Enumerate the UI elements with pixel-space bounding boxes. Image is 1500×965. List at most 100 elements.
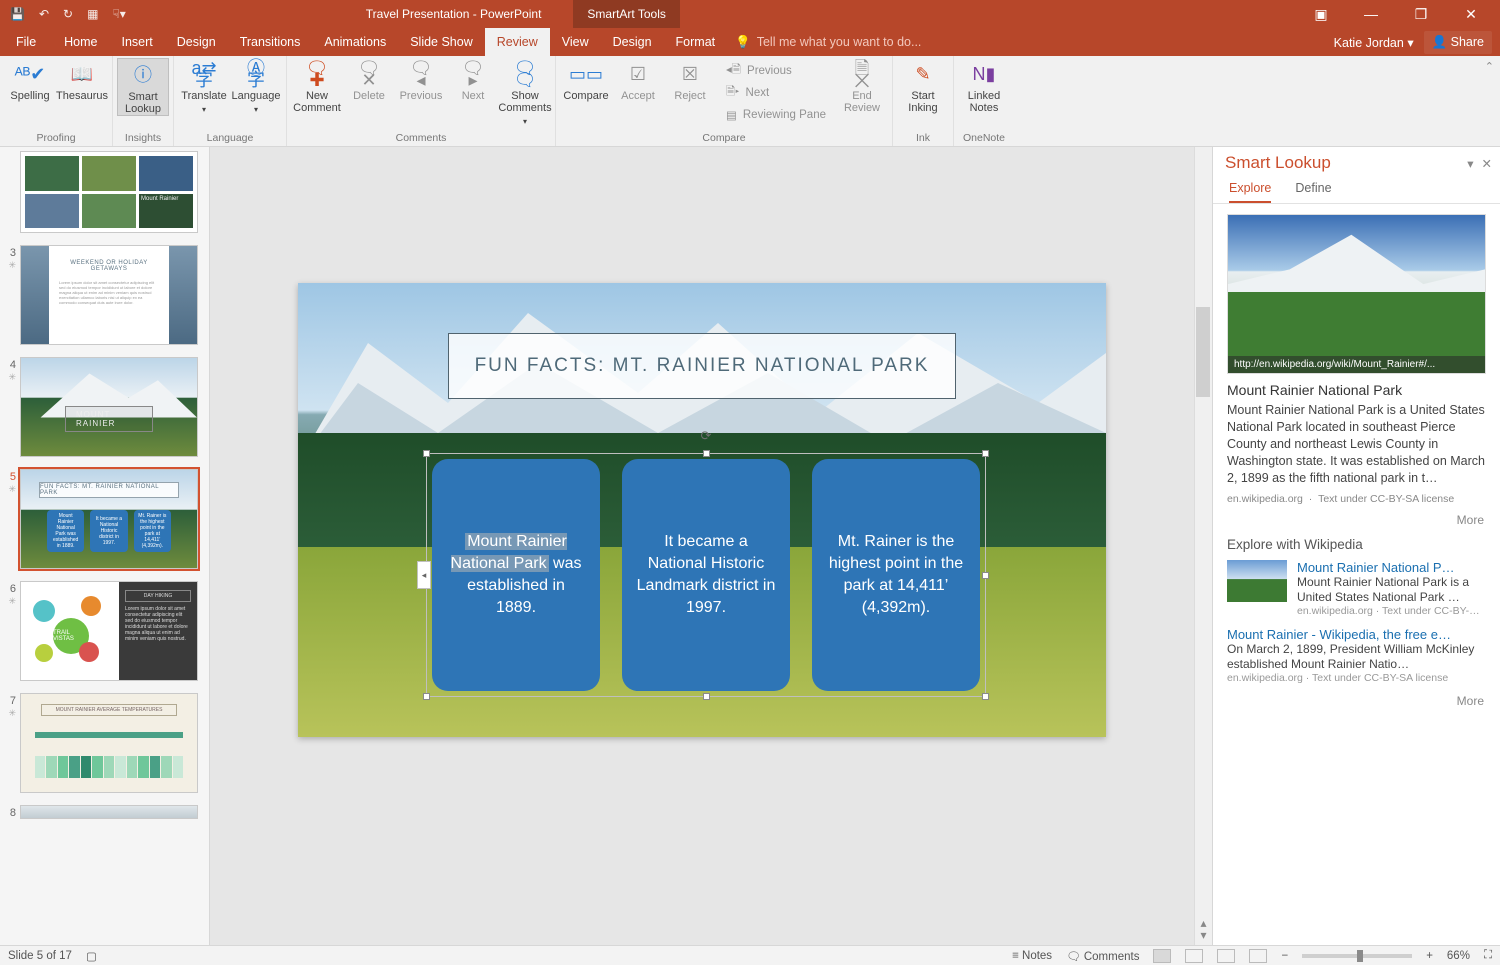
restore-icon[interactable]: ❐: [1398, 6, 1444, 23]
previous-comment-button[interactable]: 🗨◂Previous: [395, 58, 447, 102]
slide-thumbnails[interactable]: Mount Rainier 3✳ WEEKEND OR HOLIDAY GETA…: [0, 147, 210, 945]
pane-title: Smart Lookup: [1225, 153, 1467, 173]
more-link[interactable]: More: [1229, 513, 1484, 527]
slide[interactable]: FUN FACTS: MT. RAINIER NATIONAL PARK ⟳ ◂…: [298, 283, 1106, 737]
zoom-in-icon[interactable]: +: [1426, 950, 1433, 962]
tab-review[interactable]: Review: [485, 28, 550, 56]
tab-slideshow[interactable]: Slide Show: [398, 28, 485, 56]
fit-to-window-icon[interactable]: ⛶: [1484, 949, 1492, 962]
pane-close-icon[interactable]: ✕: [1482, 156, 1492, 171]
start-inking-button[interactable]: ✎Start Inking: [897, 58, 949, 114]
slide-canvas[interactable]: FUN FACTS: MT. RAINIER NATIONAL PARK ⟳ ◂…: [210, 147, 1194, 945]
delete-comment-button[interactable]: 🗨✕Delete: [343, 58, 395, 102]
prev-icon: ◂🗎: [726, 62, 741, 81]
thumb-slide-6[interactable]: DAY HIKINGLorem ipsum dolor sit amet con…: [20, 581, 198, 681]
compare-previous-button[interactable]: ◂🗎Previous: [720, 60, 832, 82]
thumb-number: 3✳: [4, 245, 16, 345]
new-comment-button[interactable]: 🗨✚New Comment: [291, 58, 343, 114]
tab-smartart-format[interactable]: Format: [664, 28, 728, 56]
thumb-title: MOUNT RAINIER: [65, 406, 153, 432]
wiki-title: Mount Rainier National P…: [1297, 560, 1486, 575]
wiki-result-1[interactable]: Mount Rainier National P… Mount Rainier …: [1227, 560, 1486, 617]
undo-icon[interactable]: ↶: [39, 7, 49, 21]
touch-mode-icon[interactable]: ☟▾: [112, 7, 125, 21]
thumb-slide-4[interactable]: MOUNT RAINIER: [20, 357, 198, 457]
slide-title[interactable]: FUN FACTS: MT. RAINIER NATIONAL PARK: [448, 333, 956, 399]
spelling-button[interactable]: ᴬᴮ✔Spelling: [4, 58, 56, 102]
linked-notes-button[interactable]: N▮Linked Notes: [958, 58, 1010, 114]
result-source: en.wikipedia.org · Text under CC-BY-SA l…: [1227, 493, 1486, 505]
tab-explore[interactable]: Explore: [1229, 181, 1271, 203]
tab-smartart-design[interactable]: Design: [601, 28, 664, 56]
accept-button[interactable]: ☑Accept: [612, 58, 664, 102]
tab-home[interactable]: Home: [52, 28, 109, 56]
result-hero-image[interactable]: http://en.wikipedia.org/wiki/Mount_Raini…: [1227, 214, 1486, 374]
tab-file[interactable]: File: [0, 28, 52, 56]
thumb-slide-8[interactable]: [20, 805, 198, 819]
tab-insert[interactable]: Insert: [110, 28, 165, 56]
wiki-result-2[interactable]: Mount Rainier - Wikipedia, the free e… O…: [1227, 627, 1486, 684]
reading-view-icon[interactable]: [1217, 949, 1235, 963]
tab-define[interactable]: Define: [1295, 181, 1331, 203]
user-name[interactable]: Katie Jordan ▾: [1334, 35, 1414, 50]
reject-icon: ☒: [676, 60, 704, 88]
sorter-view-icon[interactable]: [1185, 949, 1203, 963]
notes-button[interactable]: ≡ Notes: [1012, 950, 1052, 962]
end-review-button[interactable]: 🗎✕End Review: [836, 58, 888, 114]
language-button[interactable]: Ⓐ字Language▾: [230, 58, 282, 116]
translate-button[interactable]: a⇄字Translate▾: [178, 58, 230, 116]
group-label: Language: [207, 132, 254, 144]
slide-indicator[interactable]: Slide 5 of 17: [8, 950, 72, 962]
save-icon[interactable]: 💾: [10, 7, 25, 21]
comments-button[interactable]: 🗨 Comments: [1066, 949, 1139, 963]
zoom-slider[interactable]: [1302, 954, 1412, 958]
document-title: Travel Presentation - PowerPoint: [366, 7, 542, 21]
wiki-snippet: On March 2, 1899, President William McKi…: [1227, 642, 1486, 672]
minimize-icon[interactable]: —: [1348, 6, 1394, 23]
start-from-beginning-icon[interactable]: ▦: [87, 7, 98, 21]
smartart-card-2[interactable]: It became a National Historic Landmark d…: [622, 459, 790, 691]
tab-design[interactable]: Design: [165, 28, 228, 56]
smartart-graphic[interactable]: ⟳ ◂ Mount Rainier National Park was esta…: [432, 459, 980, 691]
pane-options-icon[interactable]: ▾: [1467, 156, 1473, 171]
tab-transitions[interactable]: Transitions: [228, 28, 313, 56]
close-icon[interactable]: ✕: [1448, 6, 1494, 23]
collapse-ribbon-icon[interactable]: ⌃: [1479, 56, 1500, 146]
new-comment-icon: 🗨✚: [303, 60, 331, 88]
ribbon-display-options-icon[interactable]: ▣: [1298, 6, 1344, 23]
thesaurus-button[interactable]: 📖Thesaurus: [56, 58, 108, 102]
result-heading[interactable]: Mount Rainier National Park: [1227, 382, 1486, 398]
thumb-slide-3[interactable]: WEEKEND OR HOLIDAY GETAWAYS Lorem ipsum …: [20, 245, 198, 345]
group-language: a⇄字Translate▾ Ⓐ字Language▾ Language: [174, 56, 287, 146]
thumb-slide-2[interactable]: Mount Rainier: [20, 151, 198, 233]
compare-next-button[interactable]: 🗎▸Next: [720, 82, 832, 104]
smartart-card-3[interactable]: Mt. Rainer is the highest point in the p…: [812, 459, 980, 691]
tab-animations[interactable]: Animations: [312, 28, 398, 56]
redo-icon[interactable]: ↻: [63, 7, 73, 21]
zoom-level[interactable]: 66%: [1447, 950, 1470, 962]
next-comment-button[interactable]: 🗨▸Next: [447, 58, 499, 102]
tell-me[interactable]: 💡 Tell me what you want to do...: [735, 35, 921, 50]
spellcheck-status-icon[interactable]: ▢: [86, 949, 97, 963]
group-label: Comments: [396, 132, 447, 144]
text-pane-toggle[interactable]: ◂: [417, 561, 431, 589]
share-button[interactable]: 👤 Share: [1424, 31, 1492, 54]
reviewing-pane-button[interactable]: ▤Reviewing Pane: [720, 104, 832, 126]
reject-button[interactable]: ☒Reject: [664, 58, 716, 102]
smart-lookup-button[interactable]: ⓘSmart Lookup: [117, 58, 169, 116]
thumb-slide-5[interactable]: FUN FACTS: MT. RAINIER NATIONAL PARK Mou…: [20, 469, 198, 569]
normal-view-icon[interactable]: [1153, 949, 1171, 963]
show-comments-button[interactable]: 🗨🗨Show Comments▾: [499, 58, 551, 128]
compare-button[interactable]: ▭▭Compare: [560, 58, 612, 102]
rotate-handle-icon[interactable]: ⟳: [701, 428, 712, 444]
more-link[interactable]: More: [1229, 694, 1484, 708]
thumb-slide-7[interactable]: MOUNT RAINIER AVERAGE TEMPERATURES: [20, 693, 198, 793]
group-ink: ✎Start Inking Ink: [893, 56, 954, 146]
vertical-scrollbar[interactable]: ▴▾: [1194, 147, 1212, 945]
group-label: Ink: [916, 132, 930, 144]
group-label: Proofing: [36, 132, 75, 144]
zoom-out-icon[interactable]: −: [1281, 950, 1288, 962]
tab-view[interactable]: View: [550, 28, 601, 56]
smartart-card-1[interactable]: Mount Rainier National Park was establis…: [432, 459, 600, 691]
slideshow-view-icon[interactable]: [1249, 949, 1267, 963]
